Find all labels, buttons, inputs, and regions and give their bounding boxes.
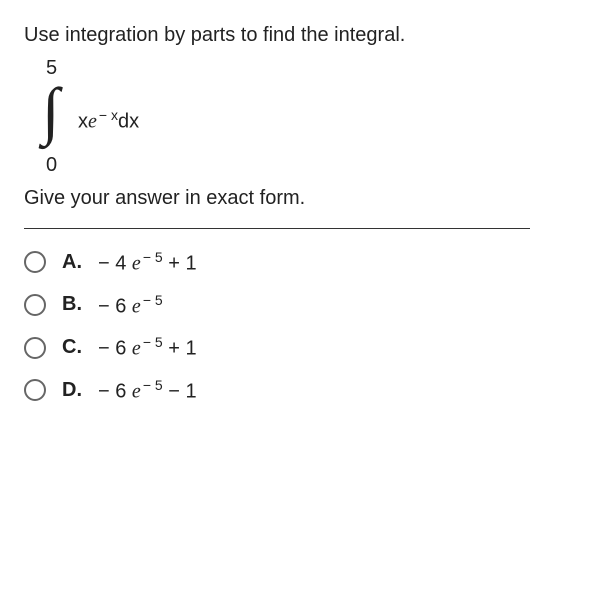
expr-e: e — [132, 381, 141, 403]
choice-b[interactable]: B. − 6 e− 5 — [24, 292, 574, 319]
choice-c[interactable]: C. − 6 e− 5 + 1 — [24, 334, 574, 361]
expr-suffix: + 1 — [163, 253, 197, 275]
question-instruction-1: Use integration by parts to find the int… — [24, 24, 574, 47]
expr-e: e — [132, 295, 141, 317]
choice-a[interactable]: A. − 4 e− 5 + 1 — [24, 249, 574, 276]
integral-sign: ∫ — [42, 79, 60, 143]
choice-letter: D. — [62, 379, 84, 402]
radio-icon[interactable] — [24, 294, 46, 316]
choice-expression: − 4 e− 5 + 1 — [98, 249, 197, 276]
choice-expression: − 6 e− 5 — [98, 292, 163, 319]
expr-exponent: − 5 — [143, 334, 163, 350]
radio-icon[interactable] — [24, 251, 46, 273]
expr-prefix: − 6 — [98, 295, 132, 317]
radio-icon[interactable] — [24, 379, 46, 401]
integrand-dx: dx — [118, 111, 139, 133]
choice-letter: B. — [62, 293, 84, 316]
expr-prefix: − 6 — [98, 381, 132, 403]
answer-choices: A. − 4 e− 5 + 1 B. − 6 e− 5 C. − 6 e− 5 … — [24, 249, 574, 404]
choice-d[interactable]: D. − 6 e− 5 − 1 — [24, 377, 574, 404]
question-instruction-2: Give your answer in exact form. — [24, 187, 574, 210]
radio-icon[interactable] — [24, 337, 46, 359]
expr-exponent: − 5 — [143, 249, 163, 265]
integrand-exponent: − x — [99, 107, 118, 123]
integrand-e: e — [88, 111, 97, 133]
choice-letter: C. — [62, 336, 84, 359]
expr-e: e — [132, 338, 141, 360]
integrand: xe− xdx — [78, 107, 139, 134]
expr-suffix: + 1 — [163, 338, 197, 360]
expr-suffix: − 1 — [163, 381, 197, 403]
choice-expression: − 6 e− 5 + 1 — [98, 334, 197, 361]
integral-expression: 5 ∫ 0 xe− xdx — [24, 57, 574, 177]
choice-expression: − 6 e− 5 − 1 — [98, 377, 197, 404]
divider — [24, 228, 530, 229]
expr-prefix: − 4 — [98, 253, 132, 275]
expr-exponent: − 5 — [143, 292, 163, 308]
choice-letter: A. — [62, 251, 84, 274]
expr-prefix: − 6 — [98, 338, 132, 360]
integrand-x: x — [78, 111, 88, 133]
integral-lower-limit: 0 — [46, 154, 57, 177]
expr-exponent: − 5 — [143, 377, 163, 393]
expr-e: e — [132, 253, 141, 275]
